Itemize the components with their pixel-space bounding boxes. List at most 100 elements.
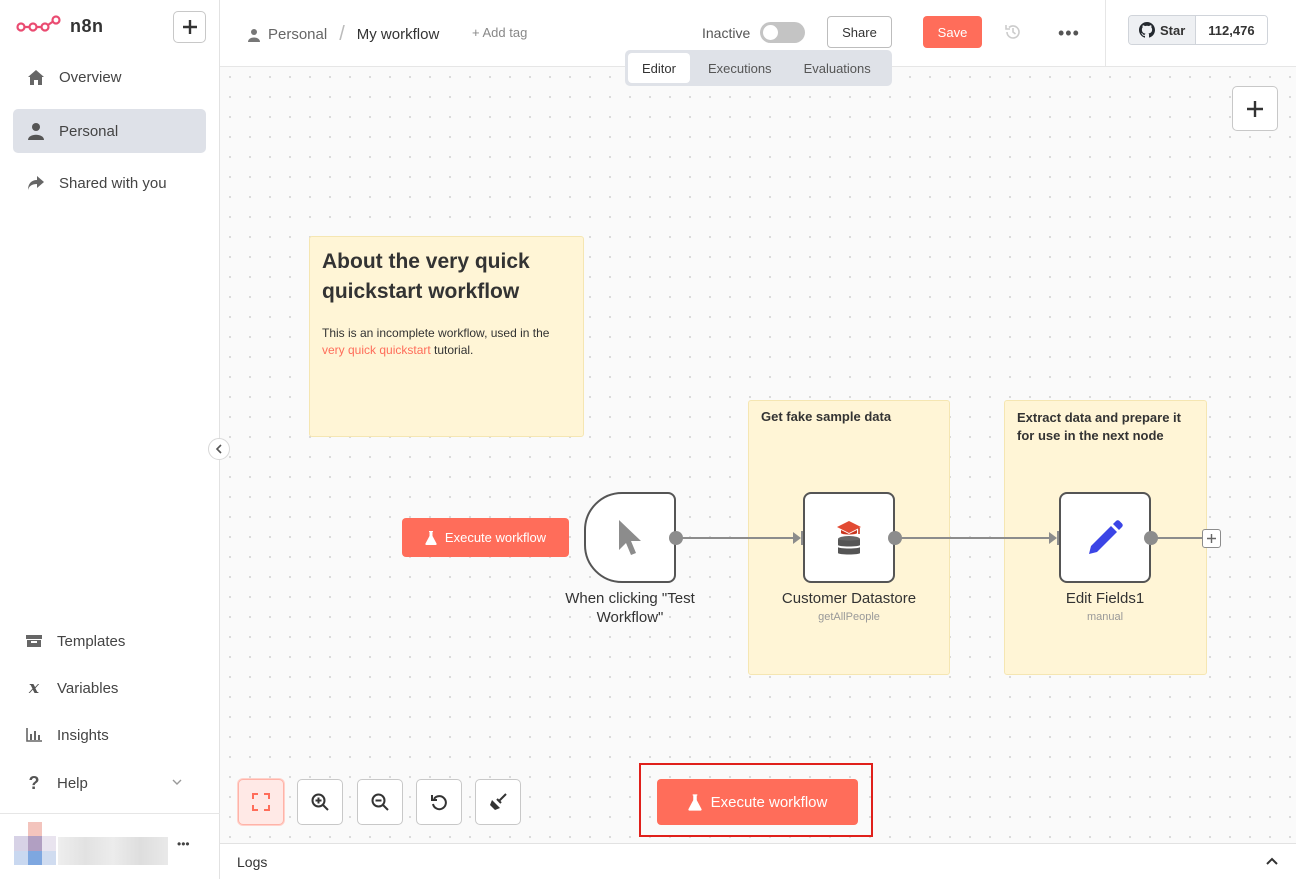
zoom-in-button[interactable] [297,779,343,825]
sidebar-item-variables[interactable]: x Variables [25,678,119,698]
active-toggle[interactable] [760,22,805,43]
quickstart-link[interactable]: very quick quickstart [322,343,431,357]
sidebar-item-label: Shared with you [59,174,167,192]
zoom-in-icon [311,793,329,811]
sticky-text: Extract data and prepare it for use in t… [1017,410,1181,443]
sticky-text-after: tutorial. [430,343,474,357]
logs-label: Logs [237,854,268,870]
output-handle[interactable] [1144,531,1158,545]
avatar [14,822,168,866]
user-more-button[interactable]: ••• [177,837,190,851]
connection-line [676,537,798,539]
collapse-sidebar-button[interactable] [208,438,230,460]
highlight-box [639,763,873,837]
sidebar-item-shared[interactable]: Shared with you [13,161,206,205]
sidebar-item-label: Variables [57,679,119,697]
execute-workflow-inline-button[interactable]: Execute workflow [402,518,569,557]
output-handle[interactable] [669,531,683,545]
github-star-count: 112,476 [1196,16,1267,44]
sticky-text: Get fake sample data [761,409,892,424]
node-customer-datastore[interactable] [803,492,895,583]
plus-icon [1207,534,1216,543]
share-button[interactable]: Share [827,16,892,48]
breadcrumb-separator: / [339,23,345,45]
save-button[interactable]: Save [923,16,982,48]
sidebar-item-overview[interactable]: Overview [13,55,206,99]
github-icon [1139,22,1155,38]
workflow-name[interactable]: My workflow [357,26,440,43]
github-star-label: Star [1160,22,1186,38]
question-icon: ? [28,772,40,793]
history-icon[interactable] [1004,23,1022,46]
node-label: When clicking "Test Workflow" [565,590,695,626]
sidebar-item-label: Help [57,774,88,792]
chart-icon [25,726,43,744]
connection-line [895,537,1054,539]
sidebar-item-label: Templates [57,632,126,650]
output-handle[interactable] [888,531,902,545]
node-subtitle: manual [1086,611,1124,623]
node-manual-trigger[interactable] [584,492,676,583]
share-icon [27,174,45,192]
add-tag-button[interactable]: + Add tag [472,25,527,40]
sidebar-item-label: Overview [59,68,122,86]
tab-executions[interactable]: Executions [694,53,786,83]
connection-arrow [793,532,801,544]
node-edit-fields[interactable] [1059,492,1151,583]
sidebar-item-help[interactable]: ? Help [25,772,185,793]
logs-panel[interactable]: Logs [220,843,1296,879]
project-link[interactable]: Personal [268,26,327,43]
new-item-button[interactable] [173,11,206,43]
sticky-note-about[interactable]: About the very quick quickstart workflow… [309,236,584,437]
box-icon [25,632,43,650]
sidebar-item-templates[interactable]: Templates [25,632,125,650]
more-options-button[interactable]: ••• [1058,23,1080,44]
plus-icon [182,20,197,34]
connection-arrow [1049,532,1057,544]
sticky-text: This is an incomplete workflow, used in … [322,325,571,359]
app-name: n8n [70,15,104,36]
broom-icon [490,793,507,810]
chevron-down-icon [172,779,182,785]
breadcrumb: Personal / My workflow [248,23,439,46]
undo-icon [431,795,447,811]
user-menu[interactable]: ••• [0,813,220,879]
zoom-out-icon [371,793,389,811]
n8n-logo-icon [16,15,61,32]
sidebar-item-label: Personal [59,122,119,140]
sticky-title: About the very quick quickstart workflow [322,250,530,303]
n8n-logo[interactable]: n8n [16,14,104,38]
node-label: Edit Fields1 [1065,590,1145,607]
reset-zoom-button[interactable] [416,779,462,825]
connection-line [1151,537,1203,539]
sticky-text-before: This is an incomplete workflow, used in … [322,326,550,340]
chevron-left-icon [215,444,222,454]
tab-evaluations[interactable]: Evaluations [790,53,885,83]
chevron-up-icon[interactable] [1265,854,1279,868]
add-next-node-button[interactable] [1202,529,1221,548]
view-tabs: Editor Executions Evaluations [625,50,892,86]
home-icon [27,68,45,86]
sidebar-item-personal[interactable]: Personal [13,109,206,153]
sidebar-item-insights[interactable]: Insights [25,726,109,744]
database-icon [837,520,861,554]
zoom-out-button[interactable] [357,779,403,825]
fit-view-icon [252,793,270,811]
tab-editor[interactable]: Editor [628,53,690,83]
github-star-button[interactable]: Star 112,476 [1128,15,1268,45]
pencil-icon [1089,519,1123,554]
node-label: Customer Datastore [781,590,917,607]
sidebar: n8n Overview Personal Shared with you Te… [0,0,230,879]
node-subtitle: getAllPeople [818,611,880,623]
tidy-up-button[interactable] [475,779,521,825]
execute-workflow-label: Execute workflow [444,530,547,545]
fit-view-button[interactable] [238,779,284,825]
plus-icon [1247,100,1263,117]
status-label: Inactive [702,25,751,41]
user-icon [27,122,45,140]
add-node-button[interactable] [1232,86,1278,131]
variable-icon: x [28,678,40,698]
flask-icon [425,530,437,545]
sidebar-item-label: Insights [57,726,109,744]
cursor-icon [619,519,641,555]
